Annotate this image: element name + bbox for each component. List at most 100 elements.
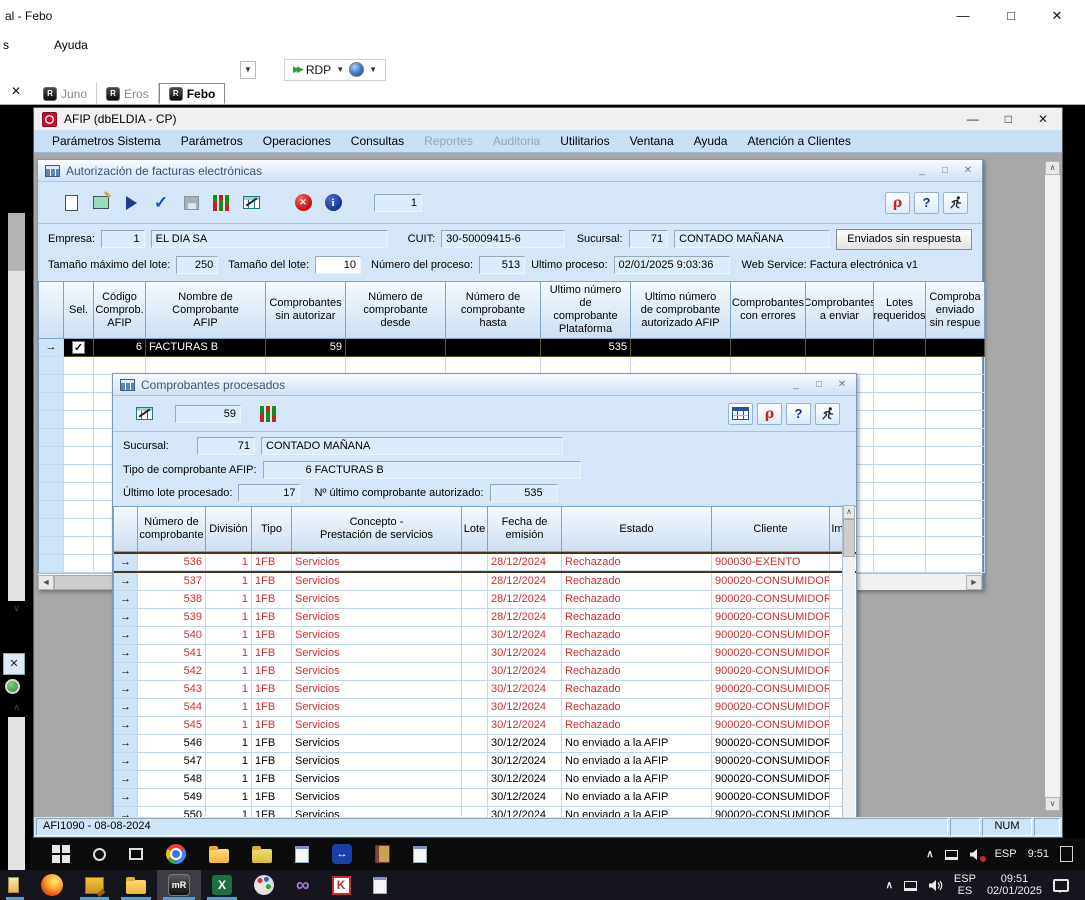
menu-item[interactable]: Parámetros Sistema: [42, 134, 171, 148]
lots-button[interactable]: [253, 399, 283, 429]
help-button[interactable]: ?: [786, 403, 811, 425]
lots-button[interactable]: [206, 188, 236, 218]
scroll-down-icon[interactable]: ∨: [1045, 797, 1060, 811]
shared-folder-icon[interactable]: [252, 849, 272, 863]
search-icon[interactable]: [93, 848, 106, 861]
empresa-name-field[interactable]: EL DIA SA: [151, 230, 388, 248]
proc-vscrollbar[interactable]: ∧: [842, 505, 855, 817]
taskbar-item-admin-tool[interactable]: [74, 870, 115, 900]
tray-expand-icon[interactable]: ∧: [926, 849, 933, 860]
sucursal-num-field[interactable]: 71: [629, 230, 669, 248]
remote-clock[interactable]: 9:51: [1028, 848, 1049, 860]
print-button[interactable]: ρ: [757, 403, 782, 425]
afip-maximize-button[interactable]: □: [1005, 112, 1012, 126]
menu-item[interactable]: Operaciones: [253, 134, 341, 148]
proc-minimize-button[interactable]: _: [789, 379, 803, 390]
chrome-icon[interactable]: [166, 844, 186, 864]
host-maximize-button[interactable]: □: [1000, 6, 1022, 26]
taskbar-item-paint[interactable]: [243, 870, 285, 900]
proc-close-button[interactable]: ✕: [835, 379, 849, 390]
taskbar-item-excel[interactable]: X: [201, 870, 243, 900]
address-book-icon[interactable]: [375, 845, 390, 863]
sucursal-name-field[interactable]: CONTADO MAÑANA: [674, 230, 830, 248]
cancel-button[interactable]: ✕: [288, 188, 318, 218]
cuit-field[interactable]: 30-50009415-6: [441, 230, 565, 248]
remote-language-indicator[interactable]: ESP: [995, 848, 1017, 860]
afip-close-button[interactable]: ✕: [1038, 112, 1048, 126]
confirm-button[interactable]: ✓: [146, 188, 176, 218]
panel-close-icon[interactable]: ✕: [6, 84, 26, 102]
chevron-down-icon[interactable]: ∨: [9, 603, 24, 614]
pending-count-field[interactable]: 59: [175, 405, 241, 423]
menu-item[interactable]: Ventana: [620, 134, 684, 148]
comprobante-row[interactable]: →54011FBServicios30/12/2024Rechazado9000…: [114, 627, 856, 645]
enviados-sin-respuesta-button[interactable]: Enviados sin respuesta: [836, 229, 972, 250]
menu-item[interactable]: Utilitarios: [550, 134, 619, 148]
record-counter-field[interactable]: 1: [374, 194, 422, 212]
grid-edit-button[interactable]: [236, 188, 266, 218]
comprobante-row[interactable]: →55011FBServicios30/12/2024No enviado a …: [114, 807, 856, 817]
exit-button[interactable]: [943, 192, 968, 214]
dock-scrollbar-thumb[interactable]: [8, 213, 25, 271]
host-language-indicator[interactable]: ESP ES: [954, 873, 976, 897]
comprobante-row[interactable]: →53611FBServicios28/12/2024Rechazado9000…: [114, 552, 856, 573]
action-center-icon[interactable]: [1053, 879, 1069, 892]
save-button[interactable]: [176, 188, 206, 218]
taskbar-item-visual-studio[interactable]: ∞: [285, 870, 321, 900]
ultimo-autorizado-field[interactable]: 535: [490, 484, 558, 502]
comprobante-row[interactable]: →54511FBServicios30/12/2024Rechazado9000…: [114, 717, 856, 735]
help-button[interactable]: ?: [914, 192, 939, 214]
ultimo-lote-field[interactable]: 17: [238, 484, 300, 502]
tab-febo[interactable]: RFebo: [159, 83, 226, 104]
dock-scrollbar-track2[interactable]: [8, 717, 25, 889]
tam-input[interactable]: 10: [315, 256, 361, 274]
taskbar-item-explorer[interactable]: [115, 870, 157, 900]
file-explorer-icon[interactable]: [209, 849, 229, 863]
host-clock[interactable]: 09:51 02/01/2025: [987, 873, 1042, 897]
task-view-icon[interactable]: [129, 848, 143, 860]
taskbar-item-mremoteng[interactable]: mR: [157, 870, 201, 900]
rdp-dropdown-arrow[interactable]: ▼: [336, 65, 344, 74]
table-row-selected[interactable]: →✓6FACTURAS B59535: [39, 339, 982, 357]
network-icon[interactable]: [904, 881, 917, 891]
taskbar-item-mail[interactable]: [0, 870, 30, 900]
proc-sucursal-name-field[interactable]: CONTADO MAÑANA: [261, 437, 563, 455]
show-desktop-button[interactable]: [1060, 846, 1073, 862]
tab-juno[interactable]: RJuno: [34, 83, 97, 104]
proceso-field[interactable]: 513: [479, 256, 525, 274]
auth-minimize-button[interactable]: _: [915, 165, 929, 176]
menu-item[interactable]: Parámetros: [171, 134, 253, 148]
scroll-left-icon[interactable]: ◄: [38, 575, 54, 590]
mdi-vscrollbar[interactable]: ∧ ∨: [1045, 161, 1060, 811]
connection-combo-arrow[interactable]: ▼: [240, 61, 256, 79]
comprobante-row[interactable]: →53711FBServicios28/12/2024Rechazado9000…: [114, 573, 856, 591]
menu-item[interactable]: Atención a Clientes: [737, 134, 860, 148]
rdp-connect-group[interactable]: ▶▶ RDP ▼ ▼: [284, 59, 386, 81]
network-icon[interactable]: [945, 850, 958, 860]
scroll-up-icon[interactable]: ∧: [843, 505, 855, 519]
proc-maximize-button[interactable]: □: [812, 379, 826, 390]
taskbar-item-firefox[interactable]: [30, 870, 74, 900]
proc-sucursal-num-field[interactable]: 71: [197, 437, 255, 455]
row-checkbox[interactable]: ✓: [72, 341, 85, 354]
comprobante-row[interactable]: →53811FBServicios28/12/2024Rechazado9000…: [114, 591, 856, 609]
comprobante-row[interactable]: →54211FBServicios30/12/2024Rechazado9000…: [114, 663, 856, 681]
teamviewer-icon[interactable]: ↔: [332, 844, 352, 864]
tipo-comprobante-field[interactable]: 6 FACTURAS B: [263, 461, 581, 479]
run-process-button[interactable]: [116, 188, 146, 218]
ultimo-proceso-field[interactable]: 02/01/2025 9:03:36: [614, 256, 730, 274]
empresa-num-field[interactable]: 1: [101, 230, 145, 248]
tam-max-field[interactable]: 250: [176, 256, 218, 274]
auth-maximize-button[interactable]: □: [938, 165, 952, 176]
host-close-button[interactable]: ✕: [1046, 6, 1068, 26]
host-minimize-button[interactable]: —: [952, 6, 974, 26]
chevron-up-icon[interactable]: ∧: [9, 702, 24, 713]
dock-close-icon[interactable]: ✕: [3, 653, 25, 675]
auth-close-button[interactable]: ✕: [961, 165, 975, 176]
exit-button[interactable]: [815, 403, 840, 425]
dock-scrollbar-track[interactable]: [8, 271, 25, 601]
taskbar-item-k-app[interactable]: K: [321, 870, 362, 900]
notepad-icon[interactable]: [295, 846, 309, 863]
grid-view-button[interactable]: [728, 403, 753, 425]
host-menu-cut[interactable]: s: [3, 38, 9, 52]
